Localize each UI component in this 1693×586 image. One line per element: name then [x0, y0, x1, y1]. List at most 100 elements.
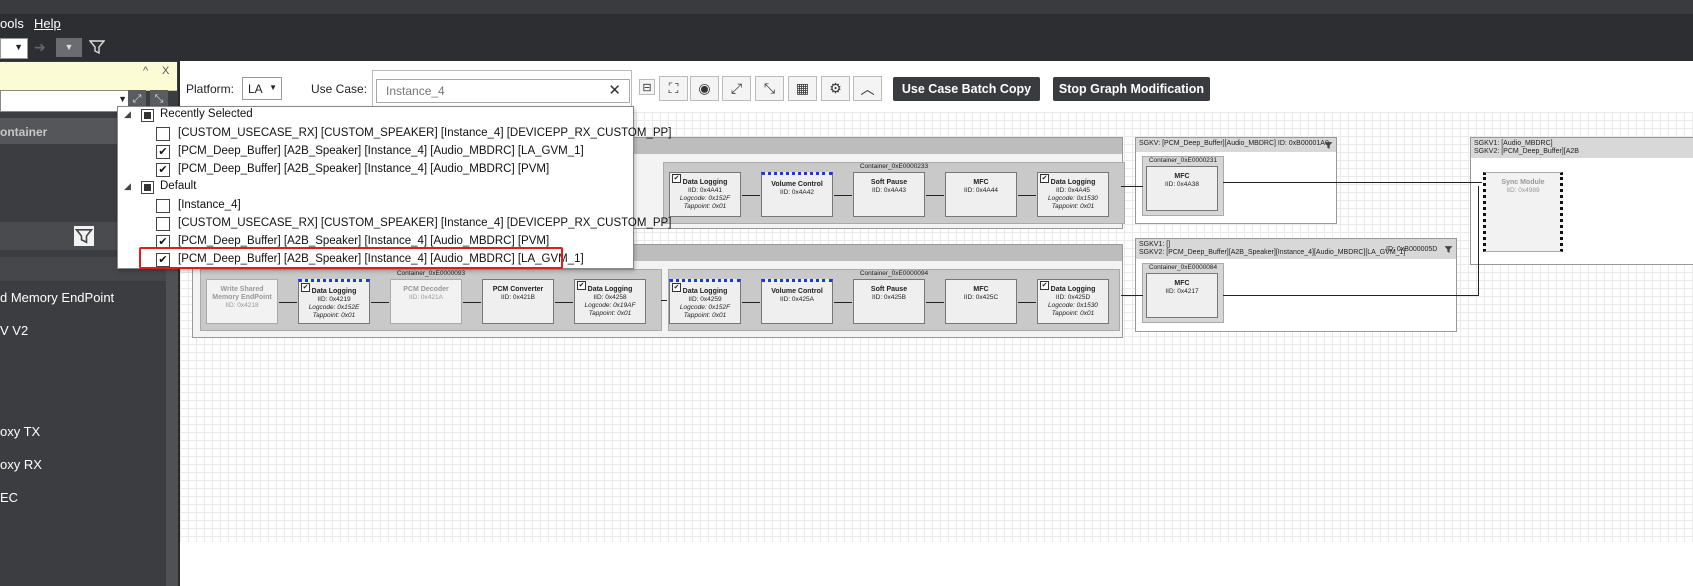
module-mfc[interactable]: MFC IID: 0x4A44	[945, 172, 1017, 217]
redo-icon[interactable]: ➜	[34, 39, 46, 56]
platform-select[interactable]: LA ▼	[242, 77, 282, 100]
module-volume-control[interactable]: Volume Control IID: 0x425A	[761, 279, 833, 324]
connection-wire	[1223, 182, 1482, 183]
module-soft-pause[interactable]: Soft Pause IID: 0x4A43	[853, 172, 925, 217]
group-checkbox[interactable]	[141, 181, 154, 194]
hierarchy-icon[interactable]: ⛶	[659, 76, 688, 101]
module-data-logging[interactable]: ✔ Data Logging IID: 0x4A41 Logcode: 0x152F T…	[669, 172, 741, 217]
use-case-option[interactable]: ✔ [PCM_Deep_Buffer] [A2B_Speaker] [Instan…	[118, 161, 633, 179]
container-title: Container_0xE0000094	[859, 270, 929, 277]
clear-icon[interactable]: ✕	[608, 81, 621, 99]
module-sync[interactable]: Sync Module IID: 0x4989	[1483, 172, 1563, 252]
module-checkbox[interactable]: ✔	[1040, 281, 1049, 290]
container-right2[interactable]: Container_0xE0000084 MFC IID: 0x4217	[1142, 263, 1224, 323]
use-case-batch-copy-button[interactable]: Use Case Batch Copy	[893, 77, 1040, 101]
module-data-logging[interactable]: ✔ Data Logging IID: 0x425D Logcode: 0x1530 T…	[1037, 279, 1109, 324]
highlight-box	[139, 247, 563, 269]
subgraph-header: SGKV: [PCM_Deep_Buffer][Audio_MBDRC] ID:…	[1136, 138, 1336, 152]
container-row1[interactable]: Container_0xE0000233 ✔ Data Logging IID: 0…	[663, 162, 1125, 224]
module-checkbox[interactable]: ✔	[672, 283, 681, 292]
container-row2a[interactable]: Container_0xE0000093 Write Shared Memory…	[200, 269, 662, 331]
left-list-item[interactable]: d Memory EndPoint	[0, 290, 114, 305]
module-checkbox[interactable]: ✔	[1040, 174, 1049, 183]
module-data-logging[interactable]: ✔ Data Logging IID: 0x4258 Logcode: 0x19AF T…	[574, 279, 646, 324]
option-checkbox[interactable]	[156, 199, 170, 213]
filter-icon[interactable]	[1444, 245, 1453, 254]
use-case-box[interactable]: Instance_4 ✕	[372, 70, 632, 110]
use-case-dropdown[interactable]: ◢ Recently Selected [CUSTOM_USECASE_RX] …	[117, 106, 671, 269]
module-checkbox[interactable]: ✔	[577, 281, 586, 290]
group-recently-selected[interactable]: ◢ Recently Selected	[118, 107, 633, 125]
module-data-logging[interactable]: ✔ Data Logging IID: 0x4A45 Logcode: 0x1530 T…	[1037, 172, 1109, 217]
expand-arrows-icon[interactable]: ⤢	[722, 76, 751, 101]
connection-wire	[926, 302, 944, 303]
filter-icon[interactable]	[1324, 141, 1333, 150]
collapse-all-icon[interactable]: ⊟	[639, 79, 655, 95]
group-checkbox[interactable]	[141, 109, 154, 122]
connection-wire	[371, 302, 389, 303]
module-mfc[interactable]: MFC IID: 0x4217	[1146, 273, 1218, 318]
menu-tools[interactable]: ools	[0, 16, 24, 31]
grid-icon[interactable]: ▦	[788, 76, 817, 101]
container-title: Container_0xE0000093	[396, 270, 466, 277]
connection-wire	[1121, 295, 1143, 296]
use-case-option[interactable]: ✔ [PCM_Deep_Buffer] [A2B_Speaker] [Instan…	[118, 143, 633, 161]
connection-wire	[1223, 295, 1478, 296]
use-case-label: Use Case:	[311, 82, 368, 96]
subgraph-far-right[interactable]: SGKV1: [Audio_MBDRC] SGKV2: [PCM_Deep_Bu…	[1470, 137, 1693, 265]
option-checkbox[interactable]	[156, 217, 170, 231]
module-pcm-decoder[interactable]: PCM Decoder IID: 0x421A	[390, 279, 462, 324]
chevron-up-icon[interactable]: ︿	[853, 76, 882, 101]
option-checkbox[interactable]: ✔	[156, 145, 170, 159]
left-list-item[interactable]: oxy TX	[0, 424, 40, 439]
group-default[interactable]: ◢ Default	[118, 179, 633, 197]
stop-graph-modification-button[interactable]: Stop Graph Modification	[1053, 77, 1210, 101]
expand-triangle-icon[interactable]: ◢	[124, 109, 131, 120]
expand-triangle-icon[interactable]: ◢	[124, 181, 131, 192]
subgraph-right2[interactable]: SGKV1: [] SGKV2: [PCM_Deep_Buffer][A2B_S…	[1135, 238, 1457, 332]
filter-icon[interactable]	[89, 39, 105, 55]
module-data-logging[interactable]: ✔ Data Logging IID: 0x4219 Logcode: 0x152E T…	[298, 279, 370, 324]
eye-icon[interactable]: ◉	[690, 76, 719, 101]
connection-wire	[1018, 195, 1036, 196]
left-combo[interactable]: ▼	[0, 90, 132, 112]
module-volume-control[interactable]: Volume Control IID: 0x4A42	[761, 172, 833, 217]
connection-wire	[463, 302, 481, 303]
settings-icon[interactable]: ⚙	[821, 76, 850, 101]
container-right1[interactable]: Container_0xE0000231 MFC IID: 0x4A38	[1142, 156, 1224, 216]
module-mfc[interactable]: MFC IID: 0x4A38	[1146, 166, 1218, 211]
module-checkbox[interactable]: ✔	[672, 174, 681, 183]
module-mfc[interactable]: MFC IID: 0x425C	[945, 279, 1017, 324]
search-box[interactable]: ^ X	[0, 62, 177, 91]
toolbar-combo[interactable]: ▼	[0, 38, 28, 59]
module-checkbox[interactable]: ✔	[301, 283, 310, 292]
connection-wire	[279, 302, 297, 303]
use-case-option[interactable]: [CUSTOM_USECASE_RX] [CUSTOM_SPEAKER] [In…	[118, 215, 671, 233]
option-checkbox[interactable]	[156, 127, 170, 141]
option-checkbox[interactable]: ✔	[156, 163, 170, 177]
connection-wire	[834, 195, 852, 196]
left-list-item[interactable]: EC	[0, 490, 18, 505]
close-icon[interactable]: X	[162, 65, 169, 77]
container-row2b[interactable]: Container_0xE0000094 ✔ Data Logging IID: 0…	[668, 269, 1120, 331]
module-write-shared-memory[interactable]: Write Shared Memory EndPoint IID: 0x4218	[206, 279, 278, 324]
module-soft-pause[interactable]: Soft Pause IID: 0x425B	[853, 279, 925, 324]
subgraph-right1[interactable]: SGKV: [PCM_Deep_Buffer][Audio_MBDRC] ID:…	[1135, 137, 1337, 224]
use-case-option[interactable]: [Instance_4]	[118, 197, 633, 215]
menu-help[interactable]: Help	[34, 16, 61, 31]
left-list-item[interactable]: oxy RX	[0, 457, 42, 472]
dropdown-icon[interactable]: ▼	[56, 38, 82, 57]
module-pcm-converter[interactable]: PCM Converter IID: 0x421B	[482, 279, 554, 324]
filter-icon[interactable]	[74, 226, 94, 246]
shrink-arrows-icon[interactable]: ⤡	[755, 76, 784, 101]
use-case-option[interactable]: [CUSTOM_USECASE_RX] [CUSTOM_SPEAKER] [In…	[118, 125, 671, 143]
chevron-up-icon[interactable]: ^	[143, 65, 148, 77]
container-title: Container_0xE0000233	[859, 163, 929, 170]
menu-bar: ools Help	[0, 14, 1693, 34]
use-case-input[interactable]: Instance_4 ✕	[376, 79, 630, 103]
left-list-item[interactable]: V V2	[0, 323, 28, 338]
chevron-down-icon: ▼	[14, 42, 23, 52]
toolbar: ▼ ➜ ▼	[0, 34, 1693, 61]
module-data-logging[interactable]: ✔ Data Logging IID: 0x4259 Logcode: 0x152F T…	[669, 279, 741, 324]
platform-label: Platform:	[186, 82, 235, 96]
